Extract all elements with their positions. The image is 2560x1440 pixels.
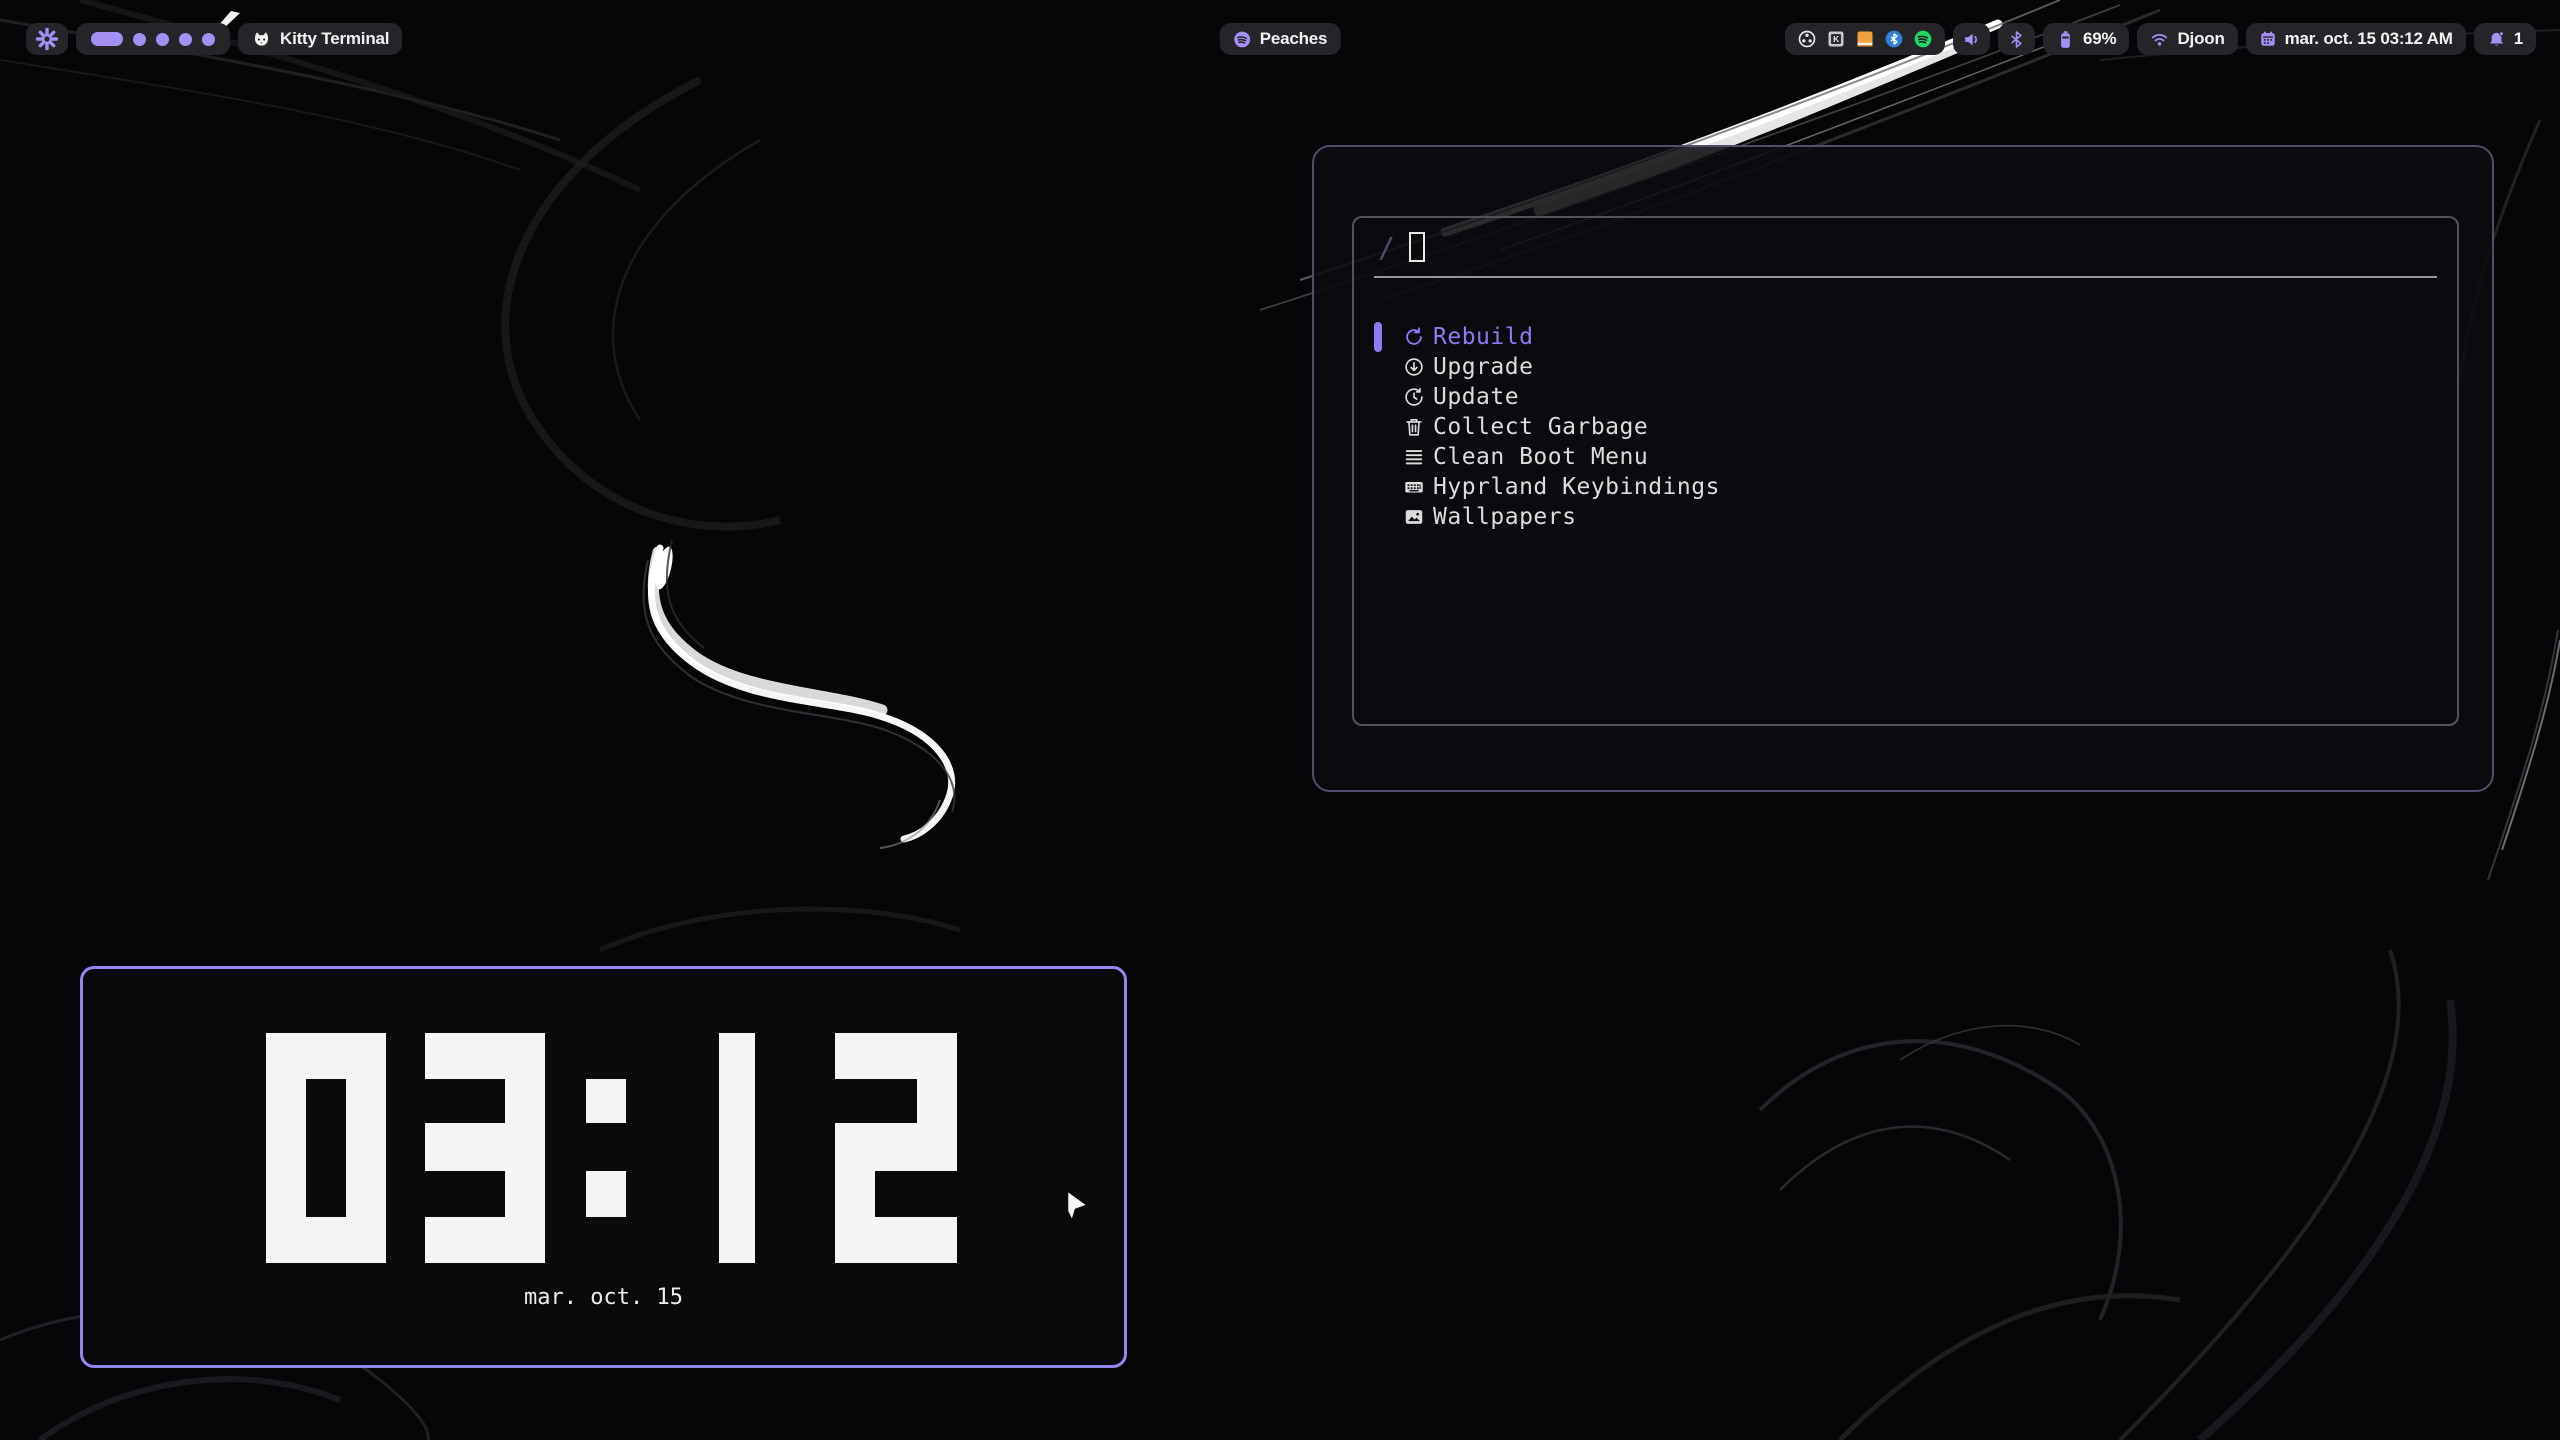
mouse-cursor xyxy=(0,0,2560,1440)
